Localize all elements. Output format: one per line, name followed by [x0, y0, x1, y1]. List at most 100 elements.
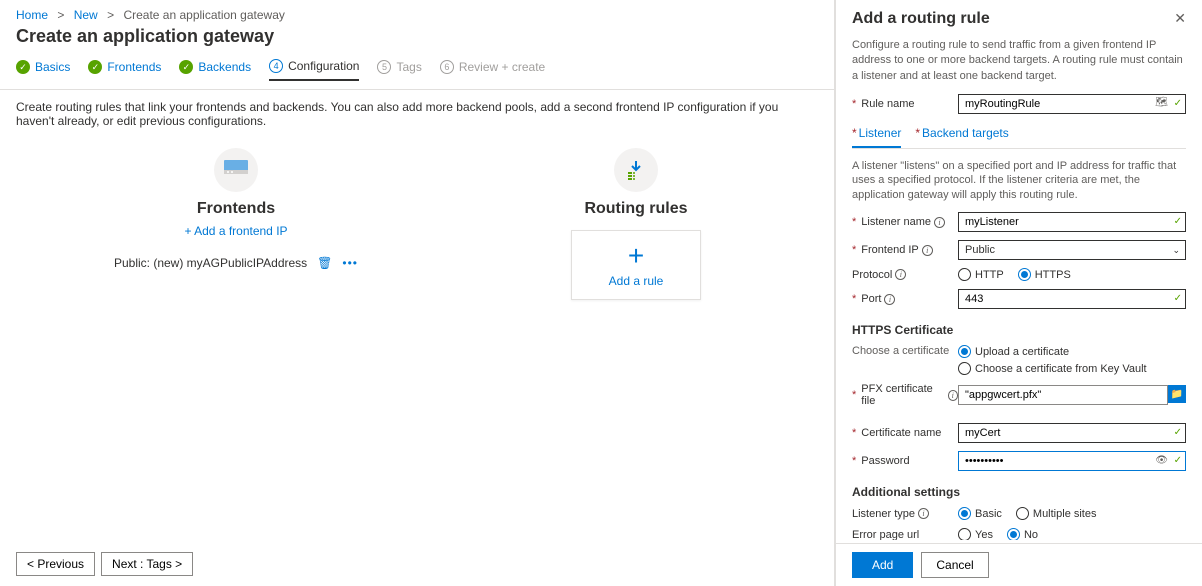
pfx-file-input[interactable]: [958, 385, 1168, 405]
info-icon[interactable]: i: [884, 294, 895, 305]
valid-check-icon: ✓: [1174, 455, 1182, 466]
frontend-icon: [214, 148, 258, 192]
add-button[interactable]: Add: [852, 552, 913, 578]
add-frontend-link[interactable]: + Add a frontend IP: [184, 224, 287, 238]
step-review[interactable]: 6Review + create: [440, 59, 545, 81]
routing-column: Routing rules + Add a rule: [496, 148, 776, 300]
breadcrumb-home[interactable]: Home: [16, 8, 48, 22]
frontends-title: Frontends: [197, 200, 275, 218]
map-icon: 🗺: [1155, 97, 1168, 108]
step-label: Basics: [35, 60, 70, 74]
listener-description: A listener "listens" on a specified port…: [852, 159, 1186, 202]
step-backends[interactable]: ✓ Backends: [179, 59, 251, 81]
error-page-no-radio[interactable]: No: [1007, 528, 1038, 540]
chevron-down-icon: ⌄: [1172, 245, 1180, 256]
reveal-password-icon[interactable]: 👁: [1155, 455, 1168, 466]
check-icon: ✓: [16, 60, 30, 74]
password-input[interactable]: [958, 451, 1186, 471]
protocol-http-radio[interactable]: HTTP: [958, 268, 1004, 281]
more-icon[interactable]: •••: [342, 256, 358, 270]
listener-name-field: *Listener name i ✓: [852, 212, 1186, 232]
port-label: *Port i: [852, 293, 958, 305]
config-canvas: Frontends + Add a frontend IP Public: (n…: [0, 138, 834, 310]
next-button[interactable]: Next : Tags >: [101, 552, 193, 576]
port-field: *Port i ✓: [852, 289, 1186, 309]
breadcrumb-current: Create an application gateway: [123, 8, 284, 22]
page-title: Create an application gateway: [0, 26, 834, 59]
port-input[interactable]: [958, 289, 1186, 309]
protocol-label: Protocol i: [852, 269, 958, 281]
delete-icon[interactable]: 🗑: [317, 256, 332, 270]
radio-icon: [958, 528, 971, 540]
cert-name-input[interactable]: [958, 423, 1186, 443]
cancel-button[interactable]: Cancel: [921, 552, 988, 578]
panel-tabs: *Listener *Backend targets: [852, 122, 1186, 149]
panel-body: Configure a routing rule to send traffic…: [836, 34, 1202, 540]
cert-name-label: *Certificate name: [852, 427, 958, 439]
add-rule-label: Add a rule: [609, 274, 664, 288]
password-label: *Password: [852, 455, 958, 467]
upload-cert-radio[interactable]: Upload a certificate: [958, 345, 1186, 358]
step-tags[interactable]: 5Tags: [377, 59, 421, 81]
wizard-steps: ✓ Basics ✓ Frontends ✓ Backends 4Configurat…: [0, 59, 834, 90]
rule-name-input[interactable]: [958, 94, 1186, 114]
check-icon: ✓: [179, 60, 193, 74]
frontend-item: Public: (new) myAGPublicIPAddress 🗑 •••: [114, 256, 358, 270]
error-page-label: Error page url: [852, 529, 958, 540]
radio-icon: [958, 507, 971, 520]
frontend-item-label: Public: (new) myAGPublicIPAddress: [114, 256, 307, 270]
close-icon[interactable]: ✕: [1174, 10, 1186, 27]
valid-check-icon: ✓: [1174, 216, 1182, 227]
wizard-footer: < Previous Next : Tags >: [16, 552, 193, 576]
main-canvas: Home > New > Create an application gatew…: [0, 0, 835, 586]
radio-icon: [1016, 507, 1029, 520]
step-label: Frontends: [107, 60, 161, 74]
rule-name-label: *Rule name: [852, 98, 958, 110]
panel-description: Configure a routing rule to send traffic…: [852, 38, 1186, 84]
error-page-yes-radio[interactable]: Yes: [958, 528, 993, 540]
valid-check-icon: ✓: [1174, 98, 1182, 109]
add-routing-rule-panel: Add a routing rule ✕ Configure a routing…: [835, 0, 1202, 586]
listener-name-input[interactable]: [958, 212, 1186, 232]
cert-name-field: *Certificate name ✓: [852, 423, 1186, 443]
radio-icon: [1007, 528, 1020, 540]
frontend-ip-select[interactable]: Public: [958, 240, 1186, 260]
check-icon: ✓: [88, 60, 102, 74]
listener-multi-radio[interactable]: Multiple sites: [1016, 507, 1097, 520]
listener-basic-radio[interactable]: Basic: [958, 507, 1002, 520]
info-icon[interactable]: i: [895, 269, 906, 280]
previous-button[interactable]: < Previous: [16, 552, 95, 576]
choose-cert-label: Choose a certificate: [852, 345, 958, 357]
tab-backend-targets[interactable]: *Backend targets: [915, 122, 1008, 148]
step-label: Configuration: [288, 59, 359, 73]
frontends-column: Frontends + Add a frontend IP Public: (n…: [96, 148, 376, 300]
protocol-https-radio[interactable]: HTTPS: [1018, 268, 1071, 281]
info-icon[interactable]: i: [918, 508, 929, 519]
breadcrumb-new[interactable]: New: [74, 8, 98, 22]
info-icon[interactable]: i: [948, 390, 958, 401]
valid-check-icon: ✓: [1174, 293, 1182, 304]
step-frontends[interactable]: ✓ Frontends: [88, 59, 161, 81]
instruction-text: Create routing rules that link your fron…: [0, 90, 834, 138]
protocol-field: Protocol i HTTP HTTPS: [852, 268, 1186, 281]
choose-cert-field: Choose a certificate Upload a certificat…: [852, 345, 1186, 375]
radio-icon: [958, 362, 971, 375]
browse-file-button[interactable]: 📁: [1168, 385, 1186, 403]
step-configuration[interactable]: 4Configuration: [269, 59, 359, 81]
additional-settings-heading: Additional settings: [852, 485, 1186, 499]
pfx-file-label: *PFX certificate file i: [852, 383, 958, 407]
step-label: Tags: [396, 60, 421, 74]
step-basics[interactable]: ✓ Basics: [16, 59, 70, 81]
keyvault-cert-radio[interactable]: Choose a certificate from Key Vault: [958, 362, 1186, 375]
step-number-icon: 6: [440, 60, 454, 74]
frontend-ip-field: *Frontend IP i Public ⌄: [852, 240, 1186, 260]
breadcrumb-sep: >: [57, 8, 64, 22]
radio-icon: [958, 268, 971, 281]
info-icon[interactable]: i: [934, 217, 945, 228]
step-label: Backends: [198, 60, 251, 74]
info-icon[interactable]: i: [922, 245, 933, 256]
breadcrumb: Home > New > Create an application gatew…: [0, 0, 834, 26]
add-rule-card[interactable]: + Add a rule: [571, 230, 701, 300]
listener-type-field: Listener type i Basic Multiple sites: [852, 507, 1186, 520]
tab-listener[interactable]: *Listener: [852, 122, 901, 148]
